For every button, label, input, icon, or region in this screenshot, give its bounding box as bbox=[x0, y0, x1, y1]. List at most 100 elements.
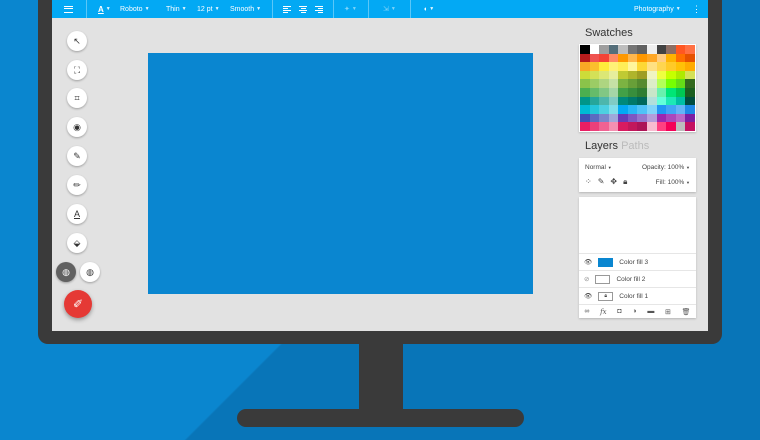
color-swatch[interactable] bbox=[599, 88, 609, 97]
view-tool-button[interactable]: ◉ bbox=[67, 117, 87, 137]
label-button[interactable]: ◖ ▼ bbox=[423, 0, 434, 18]
magic-wand-fab[interactable]: ✐ bbox=[64, 290, 92, 318]
color-swatch[interactable] bbox=[618, 45, 628, 54]
color-swatch[interactable] bbox=[627, 122, 638, 131]
color-swatch[interactable] bbox=[589, 53, 600, 63]
font-family-select[interactable]: Roboto ▼ bbox=[120, 0, 150, 18]
background-color-button[interactable]: ◍ bbox=[80, 262, 100, 282]
color-swatch[interactable] bbox=[656, 45, 667, 54]
color-swatch[interactable] bbox=[647, 105, 657, 114]
color-swatch[interactable] bbox=[618, 96, 628, 106]
color-swatch[interactable] bbox=[589, 88, 600, 97]
color-swatch[interactable] bbox=[637, 88, 648, 97]
color-swatch[interactable] bbox=[675, 88, 686, 97]
color-swatch[interactable] bbox=[608, 105, 619, 114]
color-swatch[interactable] bbox=[580, 96, 590, 106]
color-swatch[interactable] bbox=[666, 45, 676, 54]
color-swatch[interactable] bbox=[685, 113, 695, 123]
link-icon[interactable]: ∞ bbox=[584, 308, 589, 315]
color-swatch[interactable] bbox=[608, 62, 619, 71]
align-left-button[interactable] bbox=[283, 0, 291, 18]
text-color-button[interactable]: A ▼ bbox=[98, 0, 111, 18]
color-swatch[interactable] bbox=[675, 53, 686, 63]
color-swatch[interactable] bbox=[685, 79, 695, 88]
foreground-color-button[interactable]: ◍ bbox=[56, 262, 76, 282]
transform-tool-button[interactable]: ⛶ bbox=[67, 60, 87, 80]
color-swatch[interactable] bbox=[637, 96, 648, 106]
color-swatch[interactable] bbox=[580, 113, 590, 123]
color-swatch[interactable] bbox=[608, 88, 619, 97]
color-swatch[interactable] bbox=[685, 122, 695, 131]
blend-mode-select[interactable]: Normal ▼ bbox=[585, 164, 612, 171]
align-right-button[interactable] bbox=[315, 0, 323, 18]
opacity-control[interactable]: Opacity: 100% ▼ bbox=[642, 164, 690, 171]
color-swatch[interactable] bbox=[647, 45, 657, 54]
color-swatch[interactable] bbox=[666, 79, 676, 88]
align-center-button[interactable] bbox=[299, 0, 307, 18]
color-swatch[interactable] bbox=[637, 53, 648, 63]
color-swatch[interactable] bbox=[599, 62, 609, 71]
text-tool-button[interactable]: A bbox=[67, 204, 87, 224]
color-swatch[interactable] bbox=[685, 53, 695, 63]
tab-layers[interactable]: Layers bbox=[585, 140, 618, 152]
color-swatch[interactable] bbox=[618, 70, 628, 80]
color-swatch[interactable] bbox=[589, 122, 600, 131]
color-swatch[interactable] bbox=[685, 70, 695, 80]
eye-icon[interactable]: 👁︎ bbox=[584, 258, 592, 266]
color-swatch[interactable] bbox=[675, 45, 686, 54]
color-swatch[interactable] bbox=[656, 105, 667, 114]
color-swatch[interactable] bbox=[675, 105, 686, 114]
workspace-select[interactable]: Photography ▼ bbox=[634, 0, 681, 18]
fill-control[interactable]: Fill: 100% ▼ bbox=[656, 179, 690, 186]
color-swatch[interactable] bbox=[589, 79, 600, 88]
menu-button[interactable] bbox=[64, 0, 73, 18]
mask-icon[interactable]: ◘ bbox=[617, 308, 621, 315]
warp-button[interactable]: ✦ ▼ bbox=[344, 0, 357, 18]
color-swatch[interactable] bbox=[637, 122, 648, 131]
lock-move-icon[interactable]: ✥ bbox=[610, 177, 617, 187]
color-swatch[interactable] bbox=[637, 70, 648, 80]
lock-transparency-icon[interactable]: ⁘ bbox=[585, 177, 592, 187]
color-swatch[interactable] bbox=[666, 122, 676, 131]
color-swatch[interactable] bbox=[608, 113, 619, 123]
color-swatch[interactable] bbox=[608, 70, 619, 80]
color-swatch[interactable] bbox=[627, 96, 638, 106]
color-swatch[interactable] bbox=[599, 105, 609, 114]
color-swatch[interactable] bbox=[627, 88, 638, 97]
layer-row[interactable]: 👁︎ Color fill 3 bbox=[579, 253, 696, 270]
color-swatch[interactable] bbox=[580, 105, 590, 114]
color-swatch[interactable] bbox=[647, 122, 657, 131]
color-swatch[interactable] bbox=[580, 45, 590, 54]
color-swatch[interactable] bbox=[627, 53, 638, 63]
color-swatch[interactable] bbox=[599, 113, 609, 123]
color-swatch[interactable] bbox=[618, 88, 628, 97]
lock-paint-icon[interactable]: ✎ bbox=[598, 177, 605, 187]
color-swatch[interactable] bbox=[589, 113, 600, 123]
eye-off-icon[interactable]: ⊘ bbox=[584, 275, 589, 283]
color-swatch[interactable] bbox=[666, 105, 676, 114]
color-swatch[interactable] bbox=[627, 45, 638, 54]
color-swatch[interactable] bbox=[599, 45, 609, 54]
color-swatch[interactable] bbox=[608, 79, 619, 88]
color-swatch[interactable] bbox=[656, 79, 667, 88]
color-swatch[interactable] bbox=[647, 88, 657, 97]
color-swatch[interactable] bbox=[647, 113, 657, 123]
color-swatch[interactable] bbox=[647, 53, 657, 63]
color-swatch[interactable] bbox=[647, 96, 657, 106]
color-swatch[interactable] bbox=[647, 79, 657, 88]
color-swatch[interactable] bbox=[608, 96, 619, 106]
color-swatch[interactable] bbox=[618, 122, 628, 131]
new-layer-icon[interactable]: ⊞ bbox=[665, 308, 671, 316]
color-swatch[interactable] bbox=[637, 113, 648, 123]
color-swatch[interactable] bbox=[618, 105, 628, 114]
color-swatch[interactable] bbox=[599, 96, 609, 106]
color-swatch[interactable] bbox=[580, 62, 590, 71]
color-swatch[interactable] bbox=[666, 113, 676, 123]
color-swatch[interactable] bbox=[599, 70, 609, 80]
color-swatch[interactable] bbox=[580, 79, 590, 88]
color-swatch[interactable] bbox=[589, 105, 600, 114]
color-swatch[interactable] bbox=[666, 88, 676, 97]
color-swatch[interactable] bbox=[580, 53, 590, 63]
color-swatch[interactable] bbox=[637, 105, 648, 114]
color-swatch[interactable] bbox=[589, 62, 600, 71]
